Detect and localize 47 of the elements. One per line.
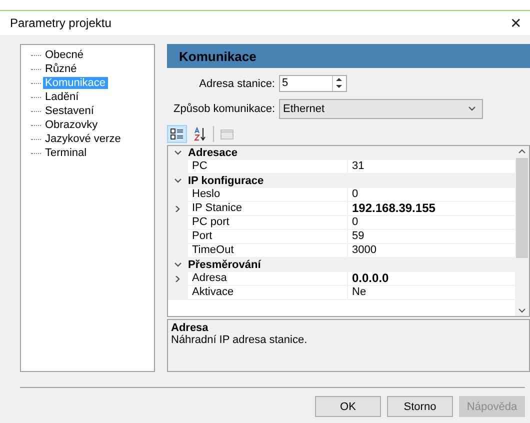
tree-item[interactable]: Ladění: [43, 91, 81, 103]
property-name: Heslo: [188, 188, 347, 202]
sort-icon: [193, 127, 207, 141]
collapse-icon[interactable]: [174, 262, 182, 268]
property-name: PC: [188, 160, 347, 174]
window-title: Parametry projektu: [10, 16, 112, 30]
property-pages-icon: [220, 128, 234, 140]
collapse-icon[interactable]: [174, 178, 182, 184]
communication-dropdown[interactable]: Ethernet: [279, 99, 483, 119]
property-value[interactable]: 59: [347, 230, 515, 244]
description-title: Adresa: [171, 322, 210, 334]
section-header: Komunikace: [167, 44, 530, 68]
station-address-spinner[interactable]: 5: [279, 75, 347, 92]
close-button[interactable]: ✕: [506, 15, 526, 31]
dialog-button[interactable]: Storno: [387, 396, 453, 417]
property-name: Port: [188, 230, 347, 244]
property-name: IP Stanice: [188, 202, 347, 216]
property-name: PC port: [188, 216, 347, 230]
categorized-icon: [170, 128, 184, 140]
category-title: IP konfigurace: [188, 175, 264, 187]
dialog-button[interactable]: OK: [315, 396, 381, 417]
scrollbar-thumb[interactable]: [516, 158, 528, 258]
property-value[interactable]: 0.0.0.0: [347, 272, 515, 286]
field-label: Způsob komunikace:: [172, 103, 275, 115]
expand-icon[interactable]: [174, 206, 182, 212]
tree-item[interactable]: Sestavení: [43, 105, 96, 117]
tree-item[interactable]: Obecné: [43, 49, 86, 61]
property-name: Adresa: [188, 272, 347, 286]
property-name: TimeOut: [188, 244, 347, 258]
tree-item[interactable]: Různé: [43, 63, 79, 75]
property-value[interactable]: 3000: [347, 244, 515, 258]
tree-item[interactable]: Jazykové verze: [43, 133, 123, 145]
category-title: Přesměrování: [188, 259, 261, 271]
tree-item[interactable]: Terminal: [43, 147, 89, 159]
property-value[interactable]: 31: [347, 160, 515, 174]
property-value[interactable]: 0: [347, 188, 515, 202]
property-value[interactable]: 192.168.39.155: [347, 202, 515, 216]
category-title: Adresace: [188, 147, 238, 159]
property-value[interactable]: 0: [347, 216, 515, 230]
property-value[interactable]: Ne: [347, 286, 515, 300]
field-label: Adresa stanice:: [198, 78, 275, 90]
toolbar-button[interactable]: [167, 125, 187, 143]
expand-icon[interactable]: [174, 276, 182, 282]
description-text: Náhradní IP adresa stanice.: [171, 334, 308, 346]
collapse-icon[interactable]: [174, 150, 182, 156]
tree-item[interactable]: Obrazovky: [43, 119, 100, 131]
property-name: Aktivace: [188, 286, 347, 300]
